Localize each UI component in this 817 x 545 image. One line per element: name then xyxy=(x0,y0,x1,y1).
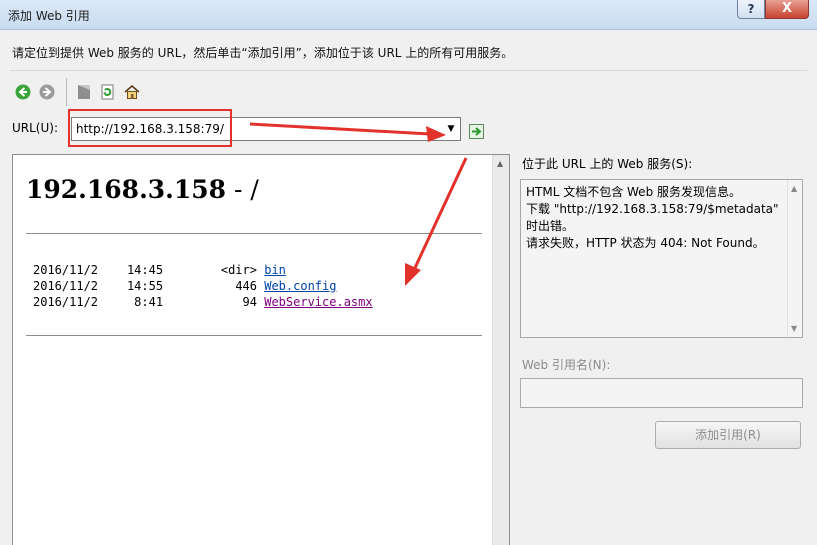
message-line: 下载 "http://192.168.3.158:79/$metadata" xyxy=(526,202,779,216)
row-size: 94 xyxy=(242,295,257,309)
refresh-icon[interactable] xyxy=(99,83,117,101)
home-icon[interactable] xyxy=(123,83,141,101)
heading-path: - / xyxy=(226,175,259,204)
services-scrollbar[interactable]: ▲ ▼ xyxy=(787,180,802,337)
divider xyxy=(26,335,482,336)
list-item: 2016/11/2 14:45 <dir> bin xyxy=(33,262,286,278)
message-line: 请求失败，HTTP 状态为 404: Not Found。 xyxy=(526,236,765,250)
title-bar: 添加 Web 引用 ? X xyxy=(0,0,817,30)
scroll-up-icon[interactable]: ▲ xyxy=(791,184,797,193)
list-item: 2016/11/2 8:41 94 WebService.asmx xyxy=(33,294,373,310)
message-line: HTML 文档不包含 Web 服务发现信息。 xyxy=(526,185,741,199)
help-button[interactable]: ? xyxy=(737,0,765,19)
services-message: HTML 文档不包含 Web 服务发现信息。 下载 "http://192.16… xyxy=(526,184,781,252)
file-link-bin[interactable]: bin xyxy=(264,263,286,277)
forward-icon[interactable] xyxy=(38,83,56,101)
row-date: 2016/11/2 xyxy=(33,279,99,293)
row-date: 2016/11/2 xyxy=(33,295,99,309)
row-size: 446 xyxy=(235,279,257,293)
services-label: 位于此 URL 上的 Web 服务(S): xyxy=(522,157,693,171)
chevron-down-icon[interactable]: ▼ xyxy=(444,121,458,137)
window-controls: ? X xyxy=(737,0,809,19)
row-time: 14:55 xyxy=(126,279,164,293)
row-time: 14:45 xyxy=(126,263,164,277)
divider xyxy=(10,70,807,71)
instruction-text: 请定位到提供 Web 服务的 URL，然后单击“添加引用”，添加位于该 URL … xyxy=(12,46,514,60)
services-textbox[interactable]: HTML 文档不包含 Web 服务发现信息。 下载 "http://192.16… xyxy=(520,179,803,338)
annotation-highlight-box xyxy=(68,109,232,147)
back-icon[interactable] xyxy=(14,83,32,101)
ref-name-label: Web 引用名(N): xyxy=(522,358,611,372)
ref-name-input[interactable] xyxy=(520,378,803,408)
close-button[interactable]: X xyxy=(765,0,809,19)
heading-host: 192.168.3.158 xyxy=(26,175,227,204)
add-reference-button[interactable]: 添加引用(R) xyxy=(655,421,801,449)
row-time: 8:41 xyxy=(134,295,164,309)
message-line: 时出错。 xyxy=(526,219,575,233)
file-link-webservice-asmx[interactable]: WebService.asmx xyxy=(264,295,372,309)
row-size: <dir> xyxy=(220,263,257,277)
browser-pane: 192.168.3.158 - / 2016/11/2 14:45 <dir> … xyxy=(12,154,510,545)
go-arrow-icon[interactable] xyxy=(469,124,484,139)
list-item: 2016/11/2 14:55 446 Web.config xyxy=(33,278,336,294)
page-heading: 192.168.3.158 - / xyxy=(26,175,259,204)
browser-scrollbar[interactable]: ▲ xyxy=(492,155,509,545)
url-label: URL(U): xyxy=(12,121,58,135)
toolbar-separator xyxy=(66,78,67,106)
browser-toolbar xyxy=(14,78,147,106)
divider xyxy=(26,233,482,234)
scroll-up-icon[interactable]: ▲ xyxy=(497,159,503,168)
stop-icon[interactable] xyxy=(75,83,93,101)
scroll-down-icon[interactable]: ▼ xyxy=(791,324,797,333)
window-title: 添加 Web 引用 xyxy=(8,9,90,23)
row-date: 2016/11/2 xyxy=(33,263,99,277)
file-link-web-config[interactable]: Web.config xyxy=(264,279,336,293)
